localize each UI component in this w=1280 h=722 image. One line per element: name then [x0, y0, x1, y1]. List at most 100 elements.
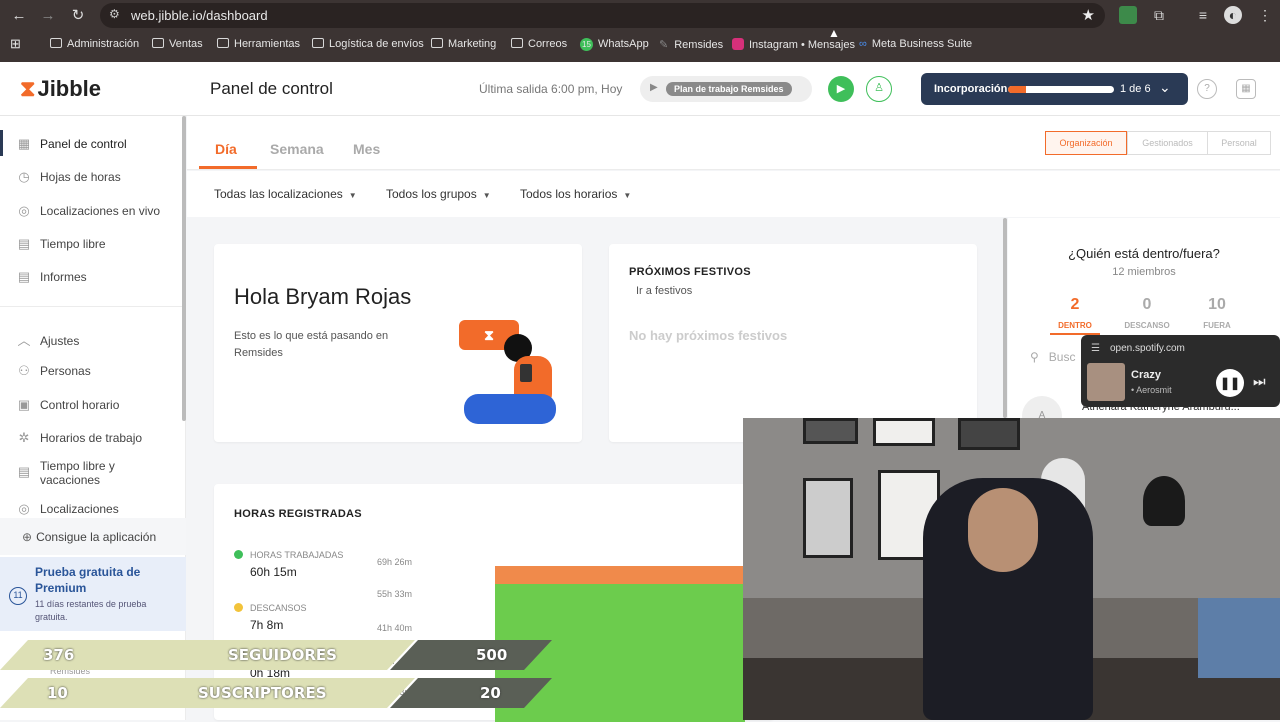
- search-placeholder: Busc: [1048, 350, 1076, 364]
- sidebar-item-locations[interactable]: ◎ Localizaciones: [16, 501, 176, 517]
- sidebar-item-vacations[interactable]: ▤ Tiempo libre y vacaciones: [16, 459, 176, 487]
- sidebar-item-time-tracking[interactable]: ▣ Control horario: [16, 397, 176, 413]
- pause-button[interactable]: ❚❚: [1216, 369, 1244, 397]
- stat-in-value[interactable]: 2: [1040, 296, 1110, 314]
- toggle-personal[interactable]: Personal: [1207, 131, 1271, 155]
- legend-dot: [234, 550, 243, 559]
- extensions-puzzle-icon[interactable]: ⧉: [1150, 6, 1168, 24]
- folder-icon: [431, 38, 443, 48]
- caret-down-icon: ▼: [348, 191, 357, 200]
- tab-month[interactable]: Mes: [353, 141, 380, 157]
- help-icon[interactable]: ?: [1197, 79, 1217, 99]
- sidebar-item-label: Localizaciones: [40, 502, 119, 516]
- reload-icon[interactable]: ↻: [67, 5, 89, 27]
- bookmark-marketing[interactable]: Marketing: [431, 38, 496, 50]
- active-indicator: [0, 130, 3, 156]
- sidebar-item-settings[interactable]: ︿ Ajustes: [16, 330, 176, 349]
- bookmark-label: Marketing: [448, 38, 497, 50]
- folder-icon: [312, 38, 324, 48]
- sidebar-item-label: Localizaciones en vivo: [40, 204, 161, 218]
- bookmark-label: Meta Business Suite: [871, 38, 973, 50]
- bookmark-herramientas[interactable]: Herramientas: [217, 38, 300, 50]
- bookmark-remsides[interactable]: ✎ Remsides: [659, 38, 723, 51]
- media-control-icon[interactable]: ≡: [1194, 6, 1212, 24]
- onboarding-label: Incorporación: [934, 83, 1008, 95]
- back-icon[interactable]: ←: [8, 5, 30, 27]
- next-track-icon[interactable]: ⏭: [1253, 373, 1266, 390]
- stat-break-value[interactable]: 0: [1112, 296, 1182, 314]
- sidebar-item-time-off[interactable]: ▤ Tiempo libre: [16, 236, 176, 252]
- last-out-text: Última salida 6:00 pm, Hoy: [479, 82, 623, 96]
- filter-locations[interactable]: Todas las localizaciones ▼: [214, 187, 357, 201]
- legend-dot: [234, 603, 243, 612]
- premium-trial-banner[interactable]: 11 Prueba gratuita de Premium 11 días re…: [0, 557, 186, 631]
- subscribers-goal: 20: [480, 684, 501, 702]
- poster-frame: [873, 418, 935, 446]
- sidebar-item-dashboard[interactable]: ▦ Panel de control: [16, 136, 176, 152]
- jibble-logo[interactable]: ⧗Jibble: [20, 76, 101, 102]
- logo-text: Jibble: [37, 76, 102, 101]
- greeting-title: Hola Bryam Rojas: [234, 284, 412, 309]
- who-search-input[interactable]: ⚲ Busc: [1030, 350, 1075, 364]
- toggle-managed[interactable]: Gestionados: [1127, 131, 1208, 155]
- bookmark-logistica[interactable]: Logística de envíos: [312, 38, 424, 50]
- people-icon: ⚇: [18, 363, 30, 378]
- sidebar-item-reports[interactable]: ▤ Informes: [16, 269, 176, 285]
- plan-chip: Plan de trabajo Remsides: [666, 82, 792, 96]
- tab-week[interactable]: Semana: [270, 141, 324, 157]
- person-head: [968, 488, 1038, 572]
- sidebar-item-live-locations[interactable]: ◎ Localizaciones en vivo: [16, 203, 176, 219]
- page-title: Panel de control: [210, 79, 333, 98]
- sidebar-scrollbar[interactable]: [182, 116, 186, 421]
- song-artist: • Aerosmit: [1131, 385, 1172, 395]
- sidebar-item-work-schedules[interactable]: ✲ Horarios de trabajo: [16, 430, 176, 446]
- bookmark-meta[interactable]: ∞ Meta Business Suite: [859, 38, 972, 50]
- media-source-icon: ☰: [1091, 343, 1100, 354]
- stat-out-value[interactable]: 10: [1182, 296, 1252, 314]
- chevron-down-icon: ⌄: [1159, 79, 1171, 95]
- apps-grid-icon[interactable]: ⊞: [10, 36, 21, 52]
- bookmark-correos[interactable]: Correos: [511, 38, 567, 50]
- filter-groups[interactable]: Todos los grupos ▼: [386, 187, 491, 201]
- content-scrollbar[interactable]: [1003, 218, 1007, 418]
- onboarding-progress[interactable]: Incorporación 1 de 6 ⌄: [921, 73, 1188, 105]
- toggle-organization[interactable]: Organización: [1045, 131, 1127, 155]
- menu-icon[interactable]: ⋮: [1256, 6, 1274, 24]
- profile-avatar[interactable]: ◐: [1224, 6, 1242, 24]
- poster-frame: [803, 478, 853, 558]
- extension-icon[interactable]: [1119, 6, 1137, 24]
- active-tab-underline: [199, 166, 257, 169]
- filter-schedules[interactable]: Todos los horarios ▼: [520, 187, 631, 201]
- followers-current: 376: [43, 646, 75, 664]
- apps-icon[interactable]: ▦: [1236, 79, 1256, 99]
- chevron-up-icon: ︿: [17, 333, 31, 348]
- get-app-link[interactable]: ⊕ Consigue la aplicación: [0, 518, 186, 555]
- followers-counter: 376 SEGUIDORES 500: [0, 640, 552, 670]
- poster-frame: [803, 418, 858, 444]
- briefcase-icon: ▤: [17, 236, 31, 251]
- tab-day[interactable]: Día: [215, 141, 237, 157]
- location-icon: ◎: [18, 203, 30, 218]
- address-bar[interactable]: ⚙ web.jibble.io/dashboard ★: [100, 3, 1105, 28]
- search-icon: ⚲: [1030, 350, 1039, 364]
- bookmark-ventas[interactable]: Ventas: [152, 38, 203, 50]
- break-bar: [495, 566, 745, 584]
- clock-icon: ◷: [18, 169, 30, 184]
- bookmark-star-icon[interactable]: ★: [1082, 6, 1095, 24]
- media-source: open.spotify.com: [1110, 343, 1185, 354]
- clock-in-button[interactable]: ▶: [828, 76, 854, 102]
- bookmark-administracion[interactable]: Administración: [50, 38, 139, 50]
- sidebar-item-people[interactable]: ⚇ Personas: [16, 363, 176, 379]
- holidays-link[interactable]: Ir a festivos: [636, 285, 692, 297]
- sidebar-item-label: Tiempo libre: [40, 237, 106, 251]
- sidebar-item-timesheets[interactable]: ◷ Hojas de horas: [16, 169, 176, 185]
- user-clock-icon[interactable]: ♙: [866, 76, 892, 102]
- sidebar-item-label: Control horario: [40, 398, 120, 412]
- forward-icon[interactable]: →: [37, 5, 59, 27]
- followers-label: SEGUIDORES: [228, 646, 337, 664]
- bookmark-label: WhatsApp: [598, 38, 649, 50]
- filter-label: Todos los grupos: [386, 187, 477, 201]
- site-info-icon[interactable]: ⚙: [109, 7, 120, 21]
- work-plan-selector[interactable]: ▶ Plan de trabajo Remsides: [640, 76, 812, 102]
- bookmark-whatsapp[interactable]: 15 WhatsApp: [580, 38, 649, 51]
